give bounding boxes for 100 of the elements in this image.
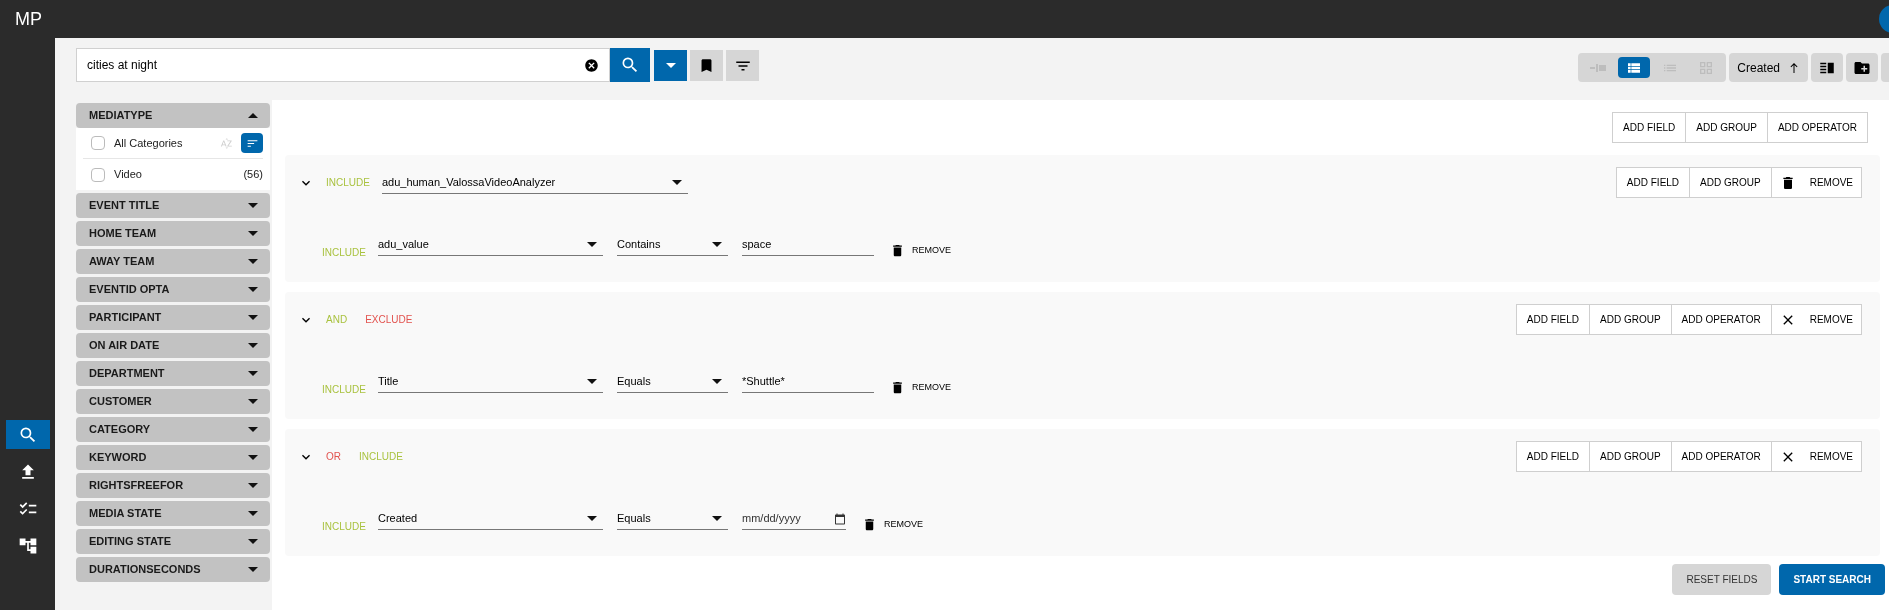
filter-header[interactable]: HOME TEAM: [76, 221, 270, 246]
filter-header[interactable]: DURATIONSECONDS: [76, 557, 270, 582]
caret-down-icon: [671, 179, 682, 185]
remove-button[interactable]: REMOVE: [1770, 167, 1862, 198]
caret-up-icon: [248, 113, 258, 118]
value-field[interactable]: space: [742, 234, 874, 256]
reset-fields-button[interactable]: RESET FIELDS: [1672, 564, 1772, 595]
caret-down-icon: [248, 371, 258, 376]
caret-down-icon: [248, 343, 258, 348]
field-select[interactable]: adu_human_ValossaVideoAnalyzer: [381, 171, 688, 194]
new-folder-button[interactable]: [1846, 53, 1878, 82]
value-field[interactable]: *Shuttle*: [742, 371, 874, 393]
remove-button[interactable]: REMOVE: [890, 243, 951, 258]
add-button[interactable]: ADD FIELD: [1615, 167, 1691, 198]
panel-button[interactable]: [1811, 53, 1843, 82]
caret-down-icon: [587, 516, 597, 521]
filter-header[interactable]: RIGHTSFREEFOR: [76, 473, 270, 498]
search-field[interactable]: cities at night: [76, 48, 610, 82]
remove-button[interactable]: REMOVE: [1770, 304, 1862, 335]
filter-header[interactable]: KEYWORD: [76, 445, 270, 470]
logic-label: OR: [326, 450, 341, 464]
remove-button[interactable]: REMOVE: [1770, 441, 1862, 472]
filter-header[interactable]: ON AIR DATE: [76, 333, 270, 358]
caret-down-icon: [248, 455, 258, 460]
checkbox[interactable]: [91, 167, 105, 182]
filter-button[interactable]: [726, 50, 759, 81]
logic-label: INCLUDE: [326, 176, 370, 190]
filter-header[interactable]: MEDIA STATE: [76, 501, 270, 526]
filter-header[interactable]: CUSTOMER: [76, 389, 270, 414]
caret-down-icon: [712, 379, 722, 384]
caret-down-icon: [712, 242, 722, 247]
bookmark-button[interactable]: [690, 50, 723, 81]
add-button[interactable]: ADD GROUP: [1589, 441, 1672, 472]
comparator-select[interactable]: Equals: [617, 508, 728, 530]
filter-header[interactable]: DEPARTMENT: [76, 361, 270, 386]
caret-down-icon: [248, 315, 258, 320]
caret-down-icon: [248, 483, 258, 488]
caret-down-icon: [248, 287, 258, 292]
search-button[interactable]: [610, 48, 650, 82]
add-button[interactable]: ADD FIELD: [1612, 112, 1687, 143]
option-count: (56): [243, 167, 263, 183]
caret-down-icon: [248, 203, 258, 208]
filter-header[interactable]: PARTICIPANT: [76, 305, 270, 330]
caret-down-icon: [587, 379, 597, 384]
logic-label: INCLUDE: [359, 450, 403, 464]
sort-button[interactable]: Created: [1729, 53, 1808, 82]
logic-label: EXCLUDE: [365, 313, 413, 327]
add-button[interactable]: ADD GROUP: [1689, 167, 1772, 198]
add-button[interactable]: ADD GROUP: [1589, 304, 1672, 335]
add-button[interactable]: ADD OPERATOR: [1670, 441, 1772, 472]
add-button[interactable]: ADD GROUP: [1685, 112, 1768, 143]
caret-down-icon: [712, 516, 722, 521]
add-button[interactable]: ADD OPERATOR: [1670, 304, 1772, 335]
field-select[interactable]: Created: [378, 508, 603, 530]
comparator-select[interactable]: Equals: [617, 371, 728, 393]
caret-down-icon: [248, 231, 258, 236]
trash-icon: [890, 380, 905, 395]
caret-down-icon: [248, 399, 258, 404]
remove-button[interactable]: REMOVE: [862, 517, 923, 532]
clear-icon[interactable]: [584, 57, 599, 73]
add-button[interactable]: ADD FIELD: [1515, 304, 1590, 335]
logic-label: AND: [326, 313, 348, 327]
remove-button[interactable]: REMOVE: [890, 380, 951, 395]
filter-header[interactable]: EVENT TITLE: [76, 193, 270, 218]
comparator-select[interactable]: Contains: [617, 234, 728, 256]
filter-header[interactable]: MEDIATYPE: [76, 103, 270, 128]
caret-down-icon: [248, 427, 258, 432]
arrow-up-icon: [1788, 61, 1800, 74]
rail-button[interactable]: [5, 420, 50, 449]
caret-down-icon: [248, 511, 258, 516]
sort-count-button[interactable]: [241, 133, 263, 153]
date-field[interactable]: mm/dd/yyyy: [742, 508, 846, 530]
start-search-button[interactable]: START SEARCH: [1779, 564, 1885, 595]
trash-icon: [890, 243, 905, 258]
field-select[interactable]: Title: [378, 371, 603, 393]
caret-down-icon: [248, 539, 258, 544]
option-label[interactable]: All Categories: [114, 134, 183, 152]
caret-down-icon: [248, 567, 258, 572]
filter-header[interactable]: EVENTID OPTA: [76, 277, 270, 302]
caret-down-icon: [665, 63, 676, 68]
add-button[interactable]: ADD OPERATOR: [1766, 112, 1868, 143]
checkbox[interactable]: [91, 136, 105, 150]
calendar-icon: [834, 512, 846, 525]
search-icon: [620, 55, 640, 75]
filter-header[interactable]: CATEGORY: [76, 417, 270, 442]
filter-header[interactable]: AWAY TEAM: [76, 249, 270, 274]
include-label: INCLUDE: [322, 383, 367, 397]
trash-icon: [862, 517, 877, 532]
include-label: INCLUDE: [322, 246, 367, 260]
caret-down-icon: [248, 259, 258, 264]
split-icon: [1590, 63, 1607, 72]
grid-icon: [1698, 59, 1715, 76]
include-label: INCLUDE: [322, 520, 367, 534]
option-label[interactable]: Video: [114, 166, 142, 183]
add-button[interactable]: ADD FIELD: [1515, 441, 1590, 472]
view-mode-button[interactable]: [1618, 57, 1651, 78]
caret-down-icon: [587, 242, 597, 247]
app-logo: MP: [15, 7, 42, 31]
filter-header[interactable]: EDITING STATE: [76, 529, 270, 554]
field-select[interactable]: adu_value: [378, 234, 603, 256]
